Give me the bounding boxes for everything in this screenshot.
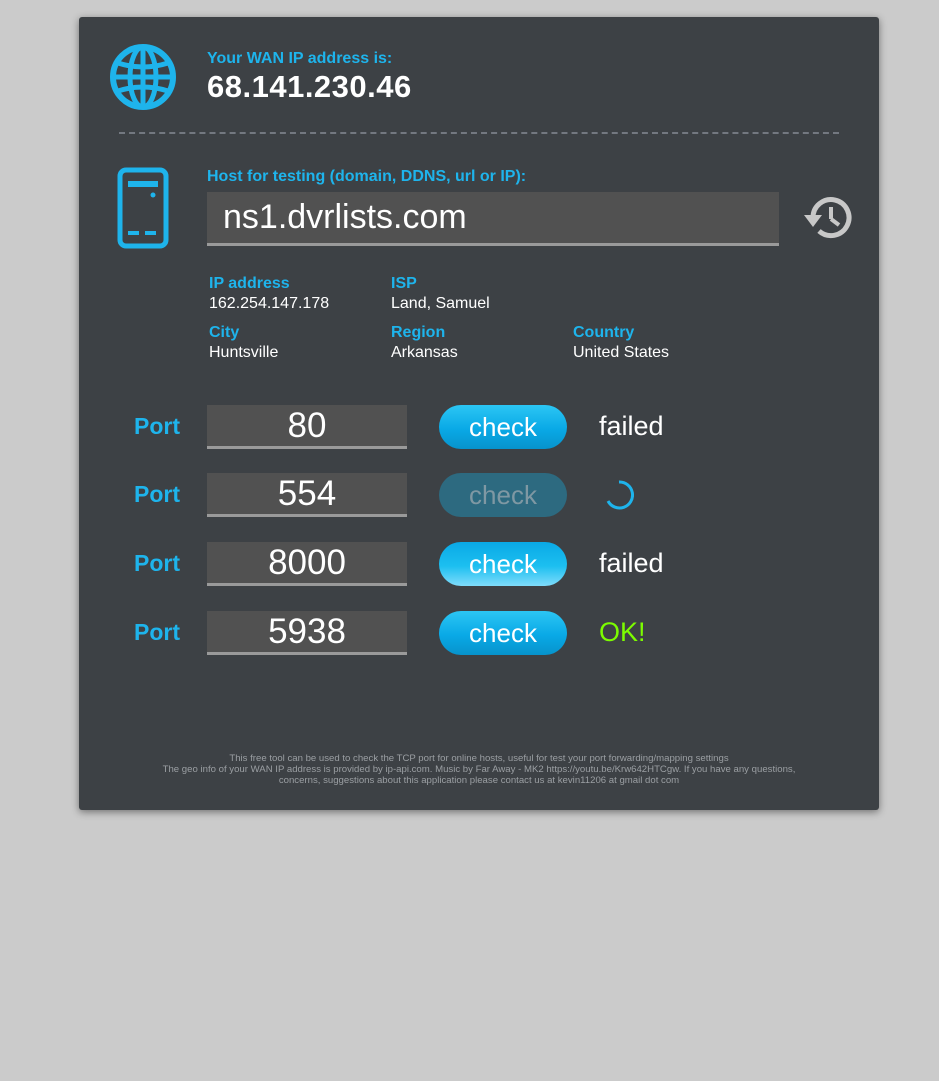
check-button-4[interactable]: check [439,611,567,655]
port-label: Port [134,550,180,576]
result-status-1: failed [599,411,664,441]
section-divider [119,132,839,134]
check-button-1[interactable]: check [439,405,567,449]
result-status-3: failed [599,548,664,578]
port-checker-panel: Your WAN IP address is: 68.141.230.46 Ho… [79,17,879,810]
footer-text: This free tool can be used to check the … [119,753,839,786]
geo-isp-label: ISP [391,275,417,292]
geo-isp-value: Land, Samuel [391,295,490,312]
port-input-4[interactable] [207,611,407,655]
check-button-3[interactable]: check [439,542,567,586]
port-input-2[interactable] [207,473,407,517]
port-label: Port [134,413,180,439]
wan-ip-value: 68.141.230.46 [207,69,412,104]
port-input-3[interactable] [207,542,407,586]
port-label: Port [134,619,180,645]
result-status-4: OK! [599,617,646,647]
footer-line: This free tool can be used to check the … [229,753,729,764]
geo-city-value: Huntsville [209,344,279,361]
geo-region-label: Region [391,324,446,341]
host-input[interactable] [207,192,779,246]
geo-city-label: City [209,324,240,341]
geo-ip-value: 162.254.147.178 [209,295,330,312]
history-icon[interactable] [801,193,855,243]
host-label: Host for testing (domain, DDNS, url or I… [207,168,527,185]
footer-line: The geo info of your WAN IP address is p… [162,764,796,775]
geo-country-value: United States [573,344,670,361]
footer-line: concerns, suggestions about this applica… [278,775,680,786]
geo-region-value: Arkansas [391,344,458,361]
server-icon [117,167,169,249]
check-button-2[interactable]: check [439,473,567,517]
globe-icon [110,44,176,110]
port-label: Port [134,481,180,507]
wan-ip-label: Your WAN IP address is: [207,50,393,67]
geo-country-label: Country [573,324,635,341]
loading-spinner-icon [606,480,634,510]
port-input-1[interactable] [207,405,407,449]
geo-ip-label: IP address [209,275,290,292]
